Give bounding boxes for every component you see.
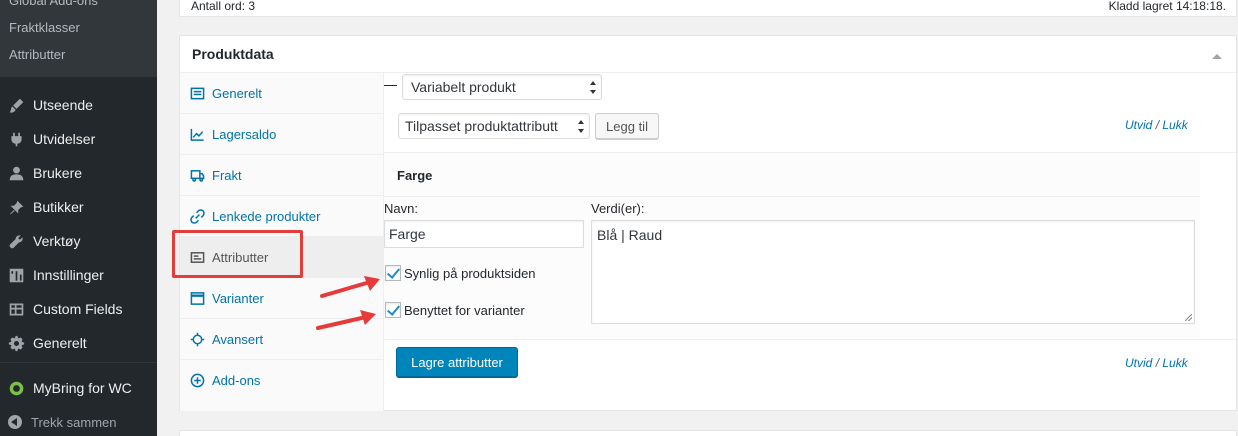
submenu-item-attributter[interactable]: Attributter [9, 47, 65, 62]
submenu-item-global-addons[interactable]: Global Add-ons [9, 0, 98, 8]
sidebar-item-mybring[interactable]: MyBring for WC [0, 371, 157, 405]
admin-sidebar: Global Add-ons Fraktklasser Attributter … [0, 0, 157, 436]
attribute-row-header[interactable]: Farge [384, 153, 1200, 197]
sidebar-item-custom-fields[interactable]: Custom Fields [0, 292, 157, 326]
submenu-item-fraktklasser[interactable]: Fraktklasser [9, 20, 80, 35]
tab-label: Frakt [212, 167, 242, 183]
select-arrows-icon [578, 120, 585, 133]
attribute-taxonomy-value: Tilpasset produktattributt [405, 118, 558, 134]
word-count: Antall ord: 3 [191, 0, 256, 13]
used-for-variations-checkbox[interactable] [385, 302, 401, 318]
collapse-icon [8, 415, 22, 429]
truck-icon [189, 167, 205, 183]
link-separator: / [1155, 118, 1160, 132]
advanced-icon [189, 331, 205, 347]
sidebar-item-utseende[interactable]: Utseende [0, 88, 157, 122]
name-label: Navn: [384, 201, 418, 216]
product-data-box: Produktdata Generelt Lagersaldo Frakt Le… [179, 35, 1237, 411]
tab-label: Generelt [212, 85, 262, 101]
tab-generelt[interactable]: Generelt [180, 73, 383, 114]
sidebar-item-label: Verktøy [33, 233, 81, 249]
expand-close-links: Utvid / Lukk [1125, 118, 1188, 132]
plugin-icon [6, 129, 26, 149]
sidebar-item-label: Custom Fields [33, 301, 123, 317]
next-postbox [179, 430, 1237, 436]
inventory-icon [189, 126, 205, 142]
attribute-row-title: Farge [397, 168, 433, 183]
annotation-arrow [320, 276, 380, 298]
attribute-values-textarea[interactable]: Blå | Raud [591, 220, 1195, 324]
attributes-panel: Variabelt produkt Tilpasset produktattri… [384, 73, 1236, 411]
expand-all-link[interactable]: Utvid [1125, 118, 1152, 132]
select-arrows-icon [590, 81, 597, 94]
sidebar-item-verktoy[interactable]: Verktøy [0, 224, 157, 258]
tab-lagersaldo[interactable]: Lagersaldo [180, 114, 383, 155]
sidebar-item-label: Butikker [33, 199, 84, 215]
menu-separator [0, 362, 157, 363]
draft-saved-status: Kladd lagret 14:18:18. [1108, 0, 1226, 13]
link-separator: / [1155, 356, 1160, 370]
visible-on-product-page-label: Synlig på produktsiden [404, 266, 536, 281]
attribute-name-input[interactable]: Farge [384, 220, 584, 248]
annotation-arrow [316, 310, 376, 330]
close-all-link[interactable]: Lukk [1162, 118, 1187, 132]
tab-label: Add-ons [212, 373, 261, 388]
tab-label: Varianter [212, 290, 264, 306]
settings-icon [6, 265, 26, 285]
product-data-title: Produktdata [192, 46, 274, 62]
paintbrush-icon [6, 95, 26, 115]
sidebar-item-label: Utseende [33, 97, 93, 113]
tab-frakt[interactable]: Frakt [180, 155, 383, 196]
close-all-link[interactable]: Lukk [1162, 356, 1187, 370]
product-type-select[interactable]: Variabelt produkt [402, 74, 602, 100]
sidebar-item-label: Innstillinger [33, 267, 104, 283]
expand-close-links-bottom: Utvid / Lukk [1125, 356, 1188, 370]
add-attribute-button[interactable]: Legg til [595, 113, 659, 139]
collapse-menu-button[interactable]: Trekk sammen [0, 408, 157, 436]
settings-tab-icon [189, 85, 205, 101]
sidebar-item-brukere[interactable]: Brukere [0, 156, 157, 190]
collapse-label: Trekk sammen [31, 414, 117, 430]
attribute-values-text: Blå | Raud [597, 227, 663, 243]
product-type-value: Variabelt produkt [411, 79, 516, 95]
expand-all-link[interactable]: Utvid [1125, 356, 1152, 370]
sidebar-item-generelt[interactable]: Generelt [0, 326, 157, 360]
attribute-taxonomy-select[interactable]: Tilpasset produktattributt [398, 113, 590, 139]
sidebar-item-label: Utvidelser [33, 131, 96, 147]
tab-label: Lenkede produkter [212, 208, 321, 224]
pin-icon [6, 197, 26, 217]
link-icon [189, 208, 205, 224]
used-for-variations-label: Benyttet for varianter [404, 303, 525, 318]
sidebar-item-label: Brukere [33, 165, 83, 181]
sidebar-item-label: Generelt [33, 335, 87, 351]
attributes-divider [384, 339, 1236, 340]
annotation-highlight-box [172, 230, 303, 278]
users-icon [6, 163, 26, 183]
sidebar-item-innstillinger[interactable]: Innstillinger [0, 258, 157, 292]
sidebar-item-butikker[interactable]: Butikker [0, 190, 157, 224]
save-attributes-button[interactable]: Lagre attributter [396, 347, 518, 377]
tab-label: Avansert [212, 331, 264, 347]
gear-icon [6, 333, 26, 353]
woocommerce-submenu: Global Add-ons Fraktklasser Attributter [0, 0, 157, 77]
collapse-toggle-icon[interactable] [1212, 54, 1222, 59]
wrench-icon [6, 231, 26, 251]
attribute-row: Farge Navn: Farge Verdi(er): Blå | Raud … [384, 153, 1200, 339]
sidebar-item-utvidelser[interactable]: Utvidelser [0, 122, 157, 156]
sidebar-item-label: MyBring for WC [33, 380, 132, 396]
mybring-icon [6, 378, 26, 398]
editor-status-bar: Antall ord: 3 Kladd lagret 14:18:18. [179, 0, 1237, 17]
product-data-header[interactable]: Produktdata [180, 36, 1236, 73]
visible-on-product-page-checkbox[interactable] [385, 265, 401, 281]
variations-icon [189, 290, 205, 306]
values-label: Verdi(er): [591, 201, 645, 216]
tab-add-ons[interactable]: Add-ons [180, 360, 383, 401]
product-type-dash [384, 85, 397, 86]
tab-label: Lagersaldo [212, 126, 277, 142]
add-circle-icon [189, 373, 205, 389]
resize-grip-icon[interactable] [1185, 314, 1192, 321]
table-icon [6, 299, 26, 319]
